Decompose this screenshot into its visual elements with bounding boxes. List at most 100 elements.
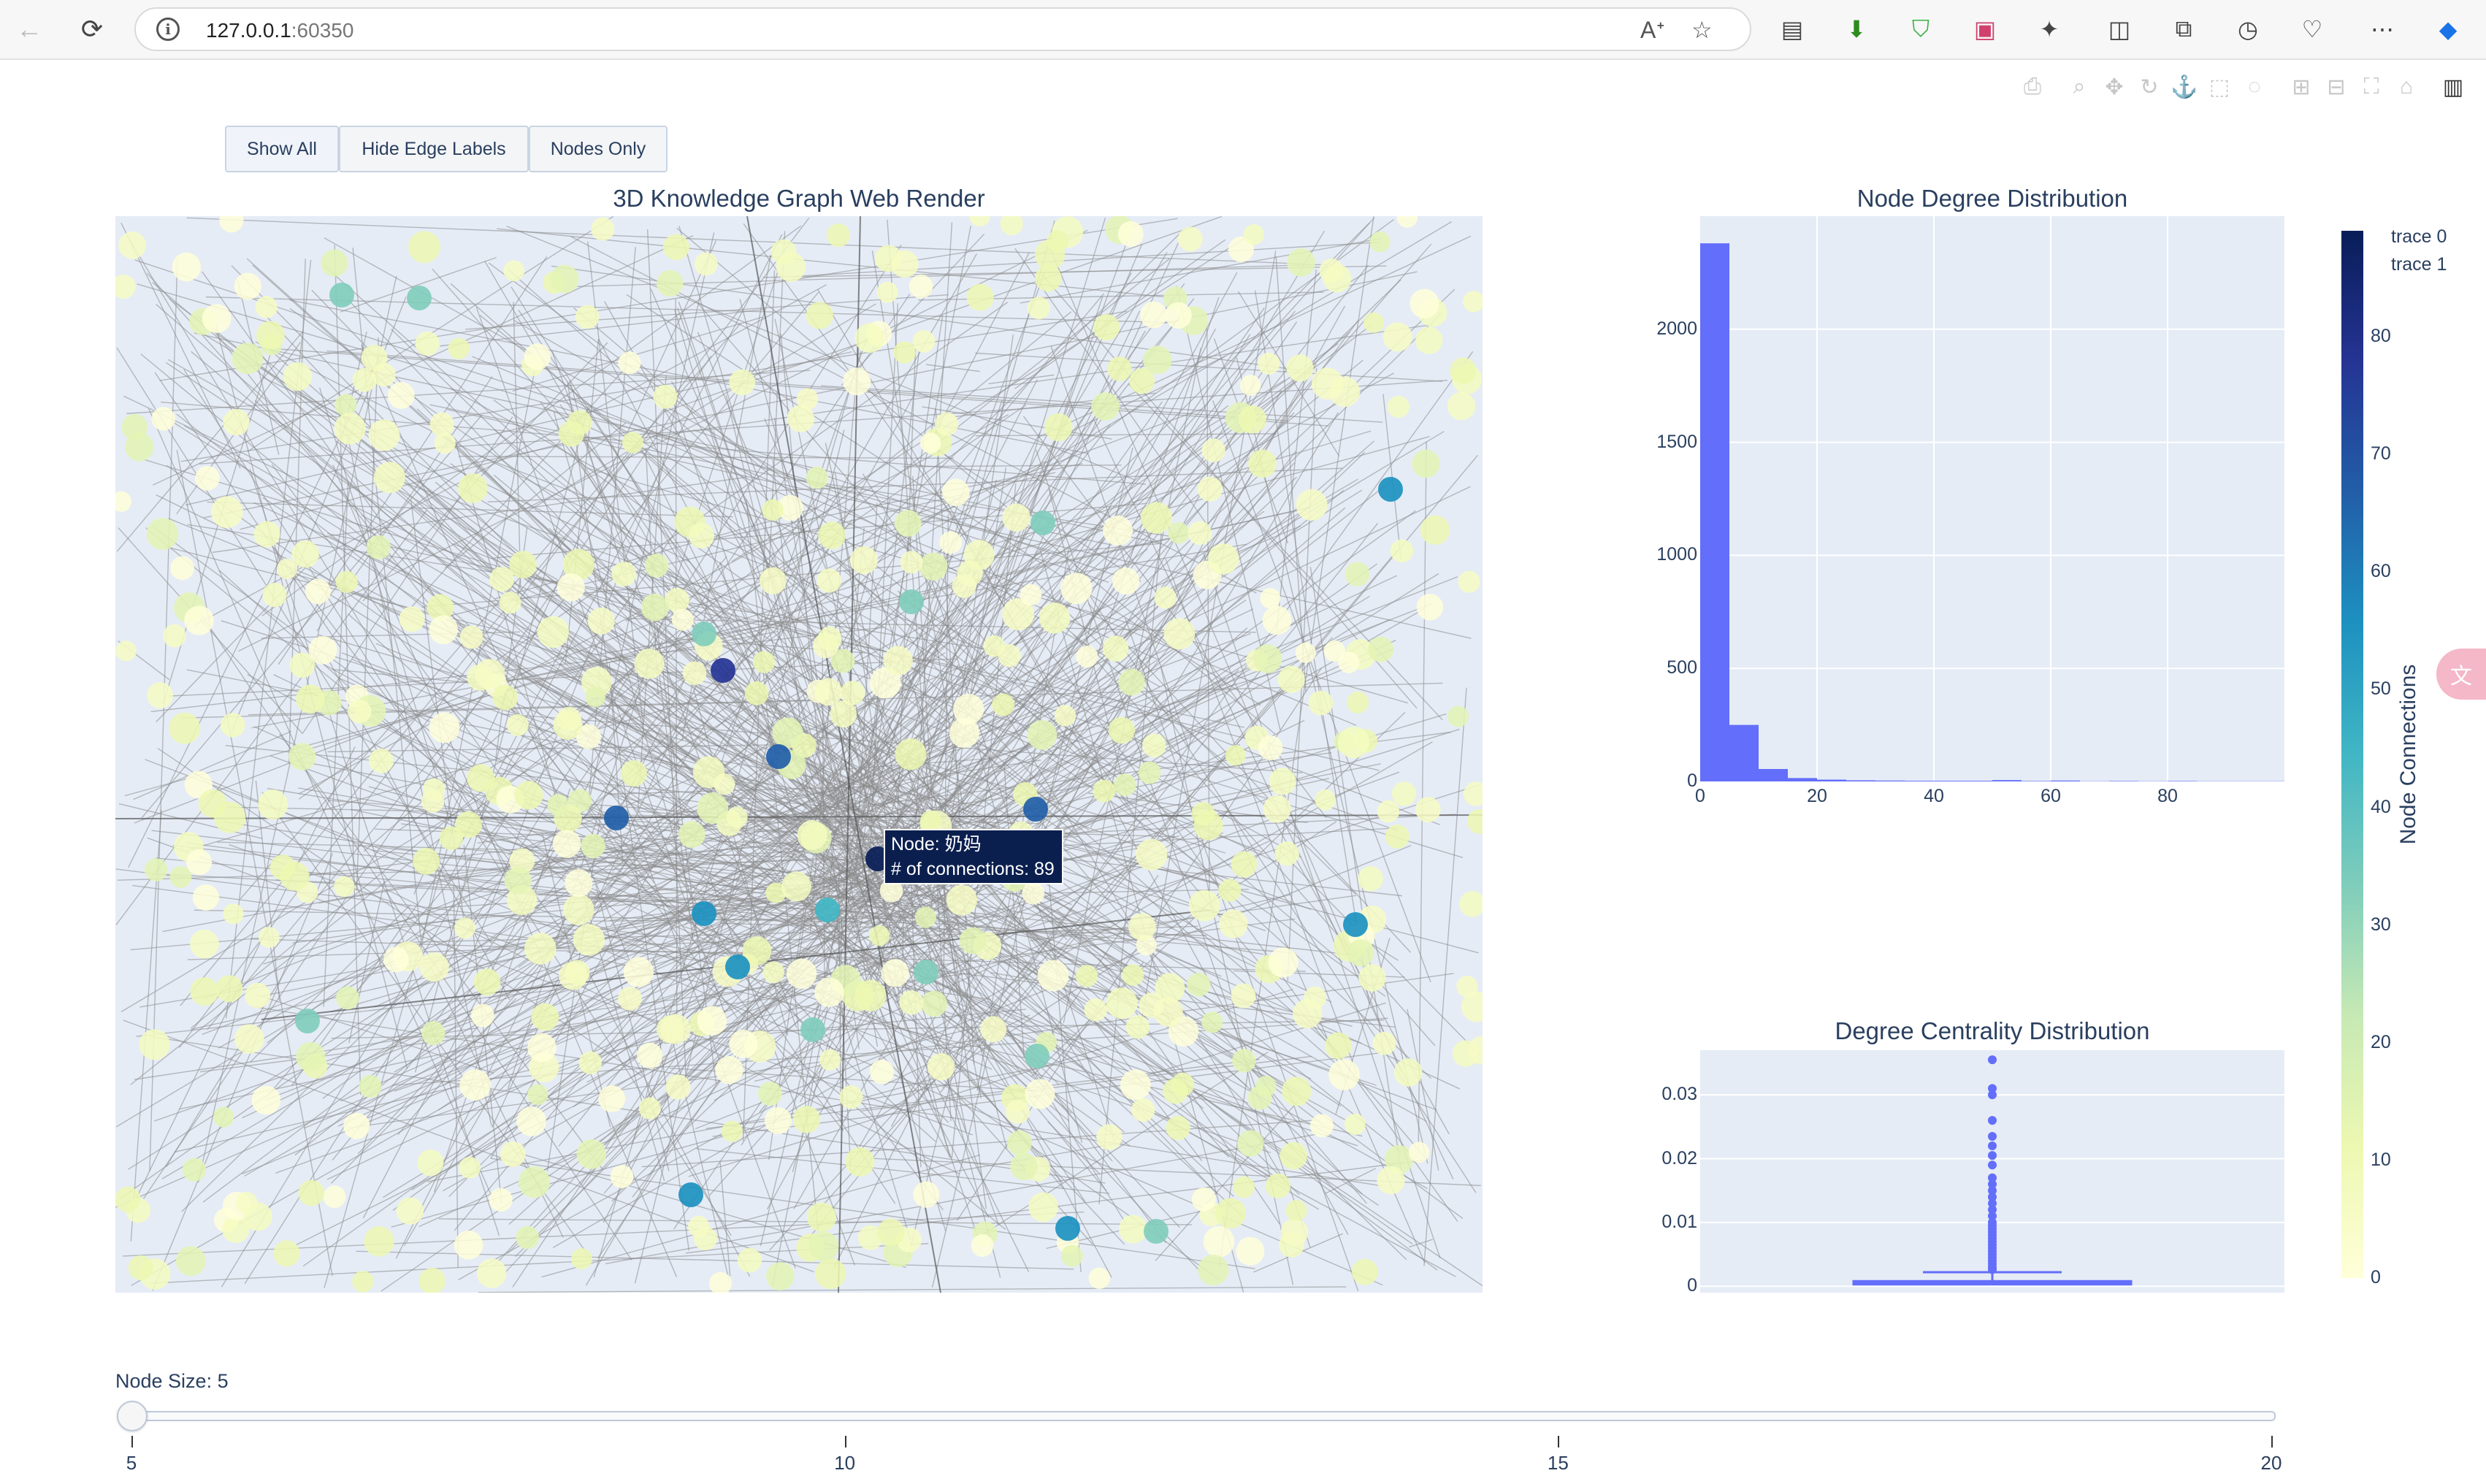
zoom-icon[interactable]: ⌕ bbox=[2065, 74, 2093, 99]
node-size-slider-rail[interactable] bbox=[130, 1411, 2276, 1421]
graph-node[interactable] bbox=[1282, 1076, 1312, 1106]
graph-node[interactable] bbox=[1252, 644, 1282, 673]
graph-node[interactable] bbox=[1028, 1192, 1058, 1223]
graph-node[interactable] bbox=[1338, 651, 1360, 673]
graph-node[interactable] bbox=[814, 977, 844, 1007]
graph-node[interactable] bbox=[1378, 477, 1403, 502]
history-icon[interactable]: ◷ bbox=[2232, 13, 2264, 45]
knowledge-graph-3d-scene[interactable] bbox=[115, 216, 1483, 1293]
boxplot-outlier-point[interactable] bbox=[1988, 1084, 1997, 1093]
graph-node[interactable] bbox=[854, 323, 884, 353]
graph-node[interactable] bbox=[935, 412, 959, 436]
graph-node[interactable] bbox=[1187, 521, 1212, 546]
graph-node[interactable] bbox=[971, 1234, 994, 1257]
turntable-icon[interactable]: ⚓ bbox=[2171, 74, 2198, 100]
graph-node[interactable] bbox=[912, 329, 936, 353]
histogram-bar[interactable] bbox=[1992, 780, 2022, 781]
graph-node[interactable] bbox=[369, 748, 394, 773]
graph-node[interactable] bbox=[1231, 851, 1258, 878]
graph-node[interactable] bbox=[1022, 881, 1045, 905]
graph-node[interactable] bbox=[146, 518, 179, 550]
more-menu-icon[interactable]: ⋯ bbox=[2366, 13, 2398, 45]
graph-node[interactable] bbox=[849, 546, 879, 575]
graph-node[interactable] bbox=[1106, 987, 1138, 1020]
degree-histogram-plot[interactable] bbox=[1700, 216, 2284, 782]
graph-node[interactable] bbox=[876, 281, 898, 303]
graph-node[interactable] bbox=[1363, 312, 1385, 333]
graph-node[interactable] bbox=[1286, 354, 1314, 382]
graph-node[interactable] bbox=[914, 906, 936, 928]
graph-node[interactable] bbox=[516, 1106, 546, 1136]
graph-node[interactable] bbox=[1287, 248, 1315, 277]
graph-node[interactable] bbox=[1225, 745, 1246, 766]
graph-node[interactable] bbox=[234, 272, 261, 300]
graph-node[interactable] bbox=[352, 1271, 374, 1293]
graph-node[interactable] bbox=[467, 764, 495, 792]
graph-node[interactable] bbox=[115, 491, 131, 512]
graph-node[interactable] bbox=[1128, 913, 1156, 941]
graph-node[interactable] bbox=[729, 1030, 758, 1058]
graph-node[interactable] bbox=[678, 1182, 703, 1207]
graph-node[interactable] bbox=[531, 1003, 559, 1031]
graph-node[interactable] bbox=[576, 1139, 607, 1169]
graph-node[interactable] bbox=[983, 635, 1006, 657]
graph-node[interactable] bbox=[455, 811, 482, 838]
graph-node[interactable] bbox=[454, 917, 476, 939]
graph-node[interactable] bbox=[814, 678, 843, 706]
graph-node[interactable] bbox=[980, 1016, 1007, 1043]
graph-node[interactable] bbox=[459, 625, 483, 649]
graph-node[interactable] bbox=[1466, 808, 1483, 834]
graph-node[interactable] bbox=[516, 1225, 540, 1250]
graph-node[interactable] bbox=[1187, 972, 1211, 997]
graph-node[interactable] bbox=[1382, 322, 1412, 352]
graph-node[interactable] bbox=[434, 432, 456, 454]
graph-node[interactable] bbox=[1140, 502, 1173, 534]
clipboard-icon[interactable]: ▤ bbox=[1776, 13, 1808, 45]
hide-edge-labels-button[interactable]: Hide Edge Labels bbox=[339, 126, 529, 172]
address-bar[interactable]: i 127.0.0.1:60350 Aᐩ ☆ bbox=[134, 7, 1751, 51]
graph-node[interactable] bbox=[1154, 586, 1177, 609]
graph-node[interactable] bbox=[213, 1106, 234, 1128]
graph-node[interactable] bbox=[408, 231, 440, 264]
graph-node[interactable] bbox=[492, 684, 519, 711]
graph-node[interactable] bbox=[869, 925, 890, 946]
graph-node[interactable] bbox=[1037, 960, 1069, 992]
back-icon[interactable]: ← bbox=[13, 13, 45, 45]
graph-node[interactable] bbox=[1458, 570, 1480, 593]
graph-node[interactable] bbox=[711, 658, 735, 683]
graph-node[interactable] bbox=[772, 717, 803, 749]
graph-node[interactable] bbox=[662, 234, 689, 261]
graph-node[interactable] bbox=[234, 1024, 264, 1054]
graph-node[interactable] bbox=[475, 659, 505, 689]
zoom-out-icon[interactable]: ⊟ bbox=[2322, 74, 2350, 100]
graph-node[interactable] bbox=[881, 959, 909, 987]
autoscale-icon[interactable]: ⛶ bbox=[2357, 74, 2385, 99]
graph-node[interactable] bbox=[273, 1240, 300, 1267]
graph-node[interactable] bbox=[396, 1197, 424, 1225]
graph-node[interactable] bbox=[1191, 802, 1215, 826]
graph-node[interactable] bbox=[786, 958, 817, 990]
graph-node[interactable] bbox=[637, 1042, 663, 1068]
graph-node[interactable] bbox=[927, 1052, 955, 1081]
graph-node[interactable] bbox=[744, 681, 769, 705]
graph-node[interactable] bbox=[1447, 705, 1469, 727]
graph-node[interactable] bbox=[1096, 1124, 1122, 1150]
graph-node[interactable] bbox=[694, 252, 718, 276]
graph-node[interactable] bbox=[1239, 375, 1261, 396]
graph-node[interactable] bbox=[417, 1150, 444, 1177]
graph-node[interactable] bbox=[184, 605, 214, 635]
graph-node[interactable] bbox=[692, 901, 716, 926]
graph-node[interactable] bbox=[1393, 1058, 1423, 1087]
graph-node[interactable] bbox=[503, 260, 525, 282]
graph-node[interactable] bbox=[1262, 605, 1292, 635]
graph-node[interactable] bbox=[262, 582, 287, 608]
graph-node[interactable] bbox=[1347, 939, 1374, 967]
graph-node[interactable] bbox=[840, 681, 865, 705]
graph-node[interactable] bbox=[697, 1006, 727, 1036]
graph-node[interactable] bbox=[1420, 515, 1450, 546]
graph-node[interactable] bbox=[175, 1246, 206, 1277]
graph-node[interactable] bbox=[1088, 1267, 1110, 1289]
graph-node[interactable] bbox=[622, 432, 644, 454]
graph-node[interactable] bbox=[235, 1191, 258, 1214]
shield-extension-icon[interactable]: ⛉ bbox=[1905, 13, 1937, 45]
